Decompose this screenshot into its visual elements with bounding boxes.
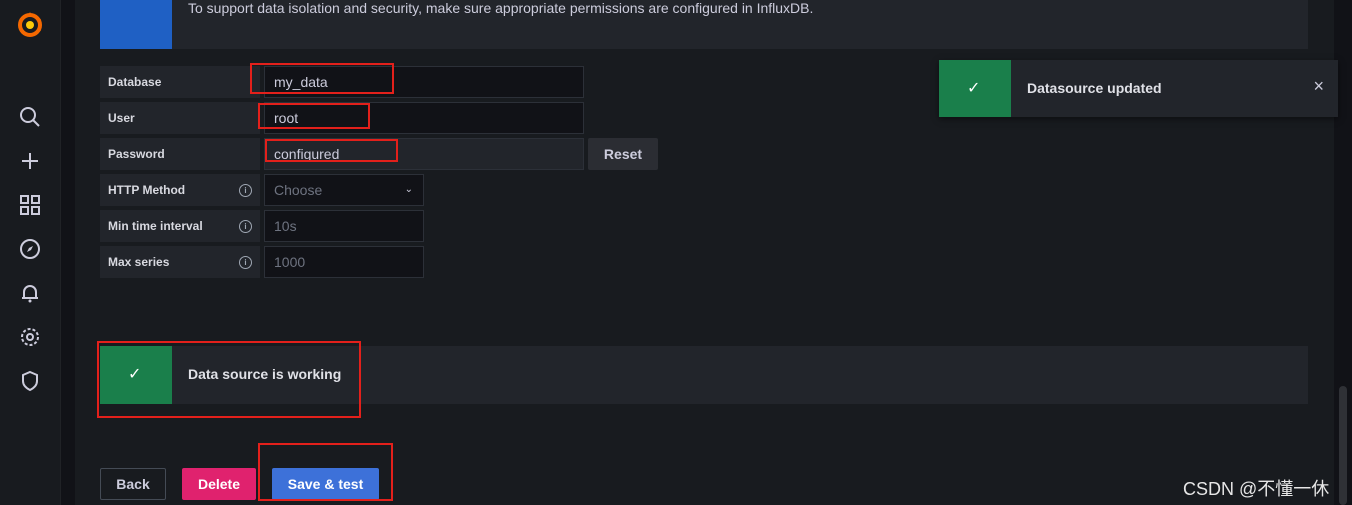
info-text: To support data isolation and security, … (188, 0, 814, 16)
info-icon[interactable]: i (239, 184, 252, 197)
max-series-label-text: Max series (108, 255, 170, 269)
min-time-interval-input[interactable]: 10s (264, 210, 424, 242)
alert-text: Data source is working (188, 366, 342, 382)
save-and-test-button[interactable]: Save & test (272, 468, 379, 500)
plus-icon[interactable] (18, 149, 42, 173)
close-icon[interactable]: × (1313, 76, 1324, 97)
min-time-interval-label: Min time interval i (100, 210, 260, 242)
check-icon: ✓ (128, 366, 142, 383)
password-input[interactable]: configured (264, 138, 584, 170)
max-series-input[interactable]: 1000 (264, 246, 424, 278)
chevron-down-icon: ⌄ (404, 184, 413, 195)
permissions-info-box: To support data isolation and security, … (100, 0, 1308, 49)
alert-success-bar: ✓ (100, 346, 172, 404)
max-series-label: Max series i (100, 246, 260, 278)
sidebar (0, 0, 61, 505)
toast-text: Datasource updated (1027, 80, 1162, 96)
http-method-select[interactable]: Choose ⌄ (264, 174, 424, 206)
shield-icon[interactable] (18, 369, 42, 393)
user-input[interactable]: root (264, 102, 584, 134)
toast-success-bar: ✓ (939, 60, 1011, 117)
info-icon[interactable]: i (239, 220, 252, 233)
alerting-bell-icon[interactable] (18, 281, 42, 305)
database-input[interactable]: my_data (264, 66, 584, 98)
info-accent-bar (100, 0, 172, 49)
scrollbar-thumb[interactable] (1339, 386, 1347, 505)
reset-password-button[interactable]: Reset (588, 138, 658, 170)
http-method-label: HTTP Method i (100, 174, 260, 206)
delete-button[interactable]: Delete (182, 468, 256, 500)
datasource-updated-toast: ✓ Datasource updated × (939, 60, 1338, 117)
password-label: Password (100, 138, 260, 170)
back-button[interactable]: Back (100, 468, 166, 500)
gear-icon[interactable] (18, 325, 42, 349)
check-icon: ✓ (967, 80, 981, 97)
search-icon[interactable] (18, 105, 42, 129)
http-method-label-text: HTTP Method (108, 183, 186, 197)
watermark: CSDN @不懂一休 (1183, 479, 1330, 499)
database-label: Database (100, 66, 260, 98)
left-gutter (61, 0, 75, 505)
user-label: User (100, 102, 260, 134)
info-icon[interactable]: i (239, 256, 252, 269)
explore-icon[interactable] (18, 237, 42, 261)
http-method-placeholder: Choose (274, 182, 323, 198)
min-time-interval-label-text: Min time interval (108, 219, 203, 233)
dashboards-icon[interactable] (18, 193, 42, 217)
grafana-logo-icon[interactable] (15, 10, 45, 40)
datasource-working-alert: ✓ Data source is working (100, 346, 1308, 404)
